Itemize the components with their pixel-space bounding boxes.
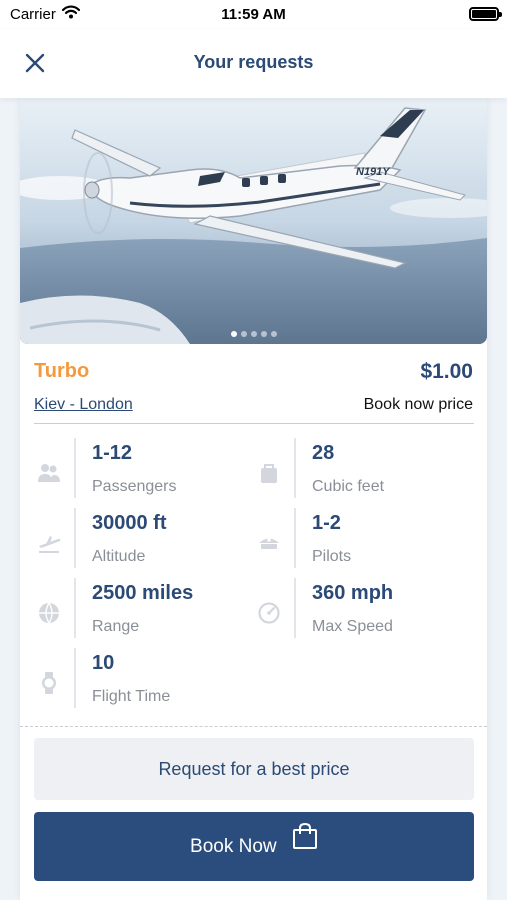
request-best-price-button[interactable]: Request for a best price (34, 738, 474, 800)
spec-label: Passengers (92, 478, 177, 495)
status-bar: Carrier 11:59 AM (0, 0, 507, 30)
pager-dot[interactable] (230, 331, 237, 337)
battery-icon (469, 7, 502, 21)
spec-cubic-feet: 28 Cubic feet (254, 438, 474, 502)
watch-icon (36, 670, 62, 696)
pager-dot[interactable] (240, 331, 247, 337)
spec-label: Pilots (312, 548, 352, 565)
spec-value: 2500 miles (92, 582, 194, 604)
spec-altitude: 30000 ft Altitude (34, 508, 254, 572)
request-best-price-label: Request for a best price (158, 759, 350, 779)
spec-value: 28 (312, 442, 335, 464)
clock: 11:59 AM (221, 6, 286, 23)
tail-number: N191Y (356, 166, 391, 178)
navigation-bar: Your requests (0, 30, 507, 98)
aircraft-photo-gallery[interactable]: N191Y (20, 98, 487, 344)
price: $1.00 (420, 360, 473, 383)
spec-value: 10 (92, 652, 115, 674)
aircraft-type: Turbo (34, 360, 90, 382)
gallery-pager[interactable] (20, 324, 487, 342)
spec-pilots: 1-2 Pilots (254, 508, 474, 572)
pager-dot[interactable] (250, 331, 257, 337)
speedometer-icon (256, 600, 282, 626)
spec-value: 1-12 (92, 442, 133, 464)
dashed-divider (20, 726, 487, 727)
globe-icon (36, 600, 62, 626)
page-title: Your requests (193, 52, 314, 72)
spec-passengers: 1-12 Passengers (34, 438, 254, 502)
spec-label: Flight Time (92, 688, 171, 705)
luggage-icon (256, 460, 282, 486)
aircraft-card: N191Y Turbo $1.00 Kiev - London Book now… (20, 98, 487, 900)
spec-label: Range (92, 618, 140, 635)
spec-range: 2500 miles Range (34, 578, 254, 642)
price-label: Book now price (363, 396, 473, 413)
divider (34, 423, 474, 424)
pager-dot[interactable] (260, 331, 267, 337)
route-link[interactable]: Kiev - London (34, 396, 133, 414)
spec-flight-time: 10 Flight Time (34, 648, 254, 712)
passengers-icon (36, 460, 62, 486)
book-now-label: Book Now (190, 836, 277, 857)
plane-takeoff-icon (36, 530, 62, 556)
pilot-cap-icon (256, 530, 282, 556)
book-now-button[interactable]: Book Now (34, 812, 474, 881)
spec-value: 30000 ft (92, 512, 167, 534)
spec-label: Cubic feet (312, 478, 385, 495)
pager-dot[interactable] (270, 331, 277, 337)
spec-value: 1-2 (312, 512, 341, 534)
spec-max-speed: 360 mph Max Speed (254, 578, 474, 642)
aircraft-photo: N191Y (20, 98, 487, 344)
spec-label: Altitude (92, 548, 146, 565)
spec-value: 360 mph (312, 582, 394, 604)
spec-label: Max Speed (312, 618, 393, 635)
shopping-bag-icon (292, 810, 318, 879)
